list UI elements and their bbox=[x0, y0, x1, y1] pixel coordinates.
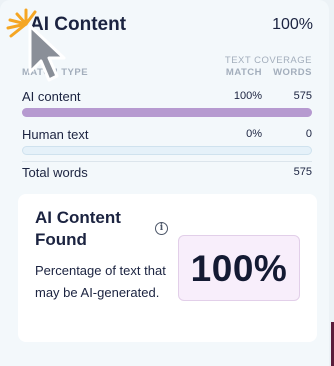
human-text-bar bbox=[22, 146, 312, 155]
words-column-heading: WORDS bbox=[273, 67, 312, 78]
arrow-pointer-icon bbox=[6, 8, 66, 82]
human-text-match: 0% bbox=[246, 128, 262, 140]
ai-content-bar-fill bbox=[22, 108, 312, 117]
ai-content-match: 100% bbox=[233, 90, 262, 102]
human-text-label: Human text bbox=[22, 127, 89, 142]
ai-content-words: 575 bbox=[293, 90, 312, 102]
ai-content-row: AI content 100% 575 bbox=[22, 89, 312, 107]
ai-content-label: AI content bbox=[22, 89, 81, 104]
total-divider bbox=[22, 161, 312, 162]
panel-title-percent: 100% bbox=[272, 16, 313, 33]
total-words-label: Total words bbox=[22, 165, 88, 180]
match-column-heading: MATCH bbox=[225, 67, 262, 78]
human-text-row: Human text 0% 0 bbox=[22, 127, 312, 145]
big-percent-box: 100% bbox=[178, 235, 300, 301]
card-description: Percentage of text that may be AI-genera… bbox=[35, 263, 166, 300]
text-coverage-heading: TEXT COVERAGE bbox=[224, 55, 312, 66]
human-text-words: 0 bbox=[305, 128, 312, 140]
total-words-row: Total words 575 bbox=[22, 165, 312, 183]
big-percent-value: 100% bbox=[190, 248, 288, 289]
info-icon[interactable]: i bbox=[155, 222, 168, 235]
card-title: AI Content Found bbox=[35, 208, 121, 249]
ai-content-bar bbox=[22, 108, 312, 117]
ai-content-found-card: AI Content Found i Percentage of text th… bbox=[18, 194, 317, 342]
total-words-value: 575 bbox=[293, 166, 312, 178]
